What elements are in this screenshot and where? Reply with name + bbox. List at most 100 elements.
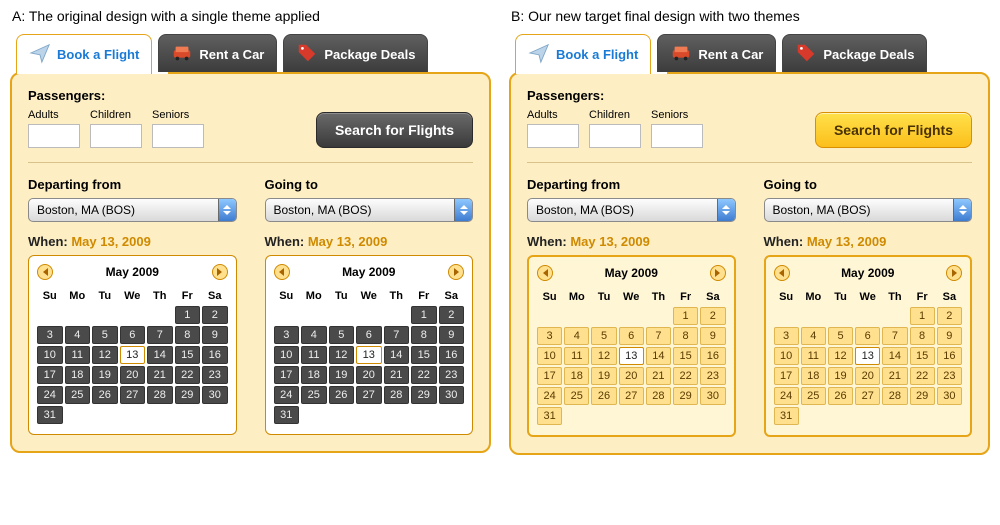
calendar-day[interactable]: 25 [564,387,589,405]
calendar-day[interactable]: 10 [37,346,63,364]
passenger-children-input[interactable] [589,124,641,148]
calendar-day[interactable]: 31 [537,407,562,425]
calendar-day[interactable]: 22 [175,366,201,384]
calendar-next-button[interactable] [946,265,962,281]
calendar-day[interactable]: 21 [147,366,173,384]
calendar-prev-button[interactable] [537,265,553,281]
calendar-day[interactable]: 16 [202,346,228,364]
calendar-day[interactable]: 2 [439,306,465,324]
calendar-day[interactable]: 5 [92,326,118,344]
passenger-adults-input[interactable] [28,124,80,148]
calendar-day[interactable]: 7 [882,327,907,345]
calendar-day[interactable]: 24 [774,387,799,405]
tab-package-deals[interactable]: Package Deals [283,34,428,74]
calendar-prev-button[interactable] [37,264,53,280]
calendar-day[interactable]: 9 [202,326,228,344]
calendar-day[interactable]: 3 [537,327,562,345]
calendar-day[interactable]: 23 [937,367,962,385]
calendar-day[interactable]: 24 [37,386,63,404]
calendar-day[interactable]: 3 [774,327,799,345]
calendar-day[interactable]: 12 [591,347,616,365]
calendar-day[interactable]: 10 [774,347,799,365]
calendar-day[interactable]: 19 [329,366,355,384]
search-flights-button[interactable]: Search for Flights [316,112,473,148]
tab-book-a-flight[interactable]: Book a Flight [515,34,651,74]
calendar-day[interactable]: 5 [591,327,616,345]
calendar-day[interactable]: 5 [329,326,355,344]
calendar-day[interactable]: 20 [356,366,382,384]
calendar-day[interactable]: 29 [673,387,698,405]
calendar-day[interactable]: 1 [411,306,437,324]
calendar-day[interactable]: 6 [356,326,382,344]
calendar-day[interactable]: 18 [801,367,826,385]
calendar-day[interactable]: 13 [619,347,644,365]
calendar-day[interactable]: 4 [301,326,327,344]
calendar-day[interactable]: 11 [801,347,826,365]
calendar-day[interactable]: 17 [774,367,799,385]
calendar-day[interactable]: 22 [910,367,935,385]
calendar-day[interactable]: 14 [646,347,671,365]
calendar-day[interactable]: 11 [564,347,589,365]
calendar-day[interactable]: 19 [828,367,853,385]
calendar-day[interactable]: 21 [384,366,410,384]
calendar-day[interactable]: 11 [301,346,327,364]
calendar-day[interactable]: 27 [356,386,382,404]
calendar-day[interactable]: 28 [384,386,410,404]
calendar-day[interactable]: 21 [882,367,907,385]
calendar-day[interactable]: 18 [564,367,589,385]
calendar-day[interactable]: 16 [937,347,962,365]
calendar-day[interactable]: 15 [175,346,201,364]
calendar-day[interactable]: 28 [646,387,671,405]
calendar-day[interactable]: 20 [855,367,880,385]
tab-rent-a-car[interactable]: Rent a Car [158,34,277,74]
calendar-next-button[interactable] [710,265,726,281]
calendar-day[interactable]: 14 [882,347,907,365]
calendar-day[interactable]: 15 [411,346,437,364]
calendar-day[interactable]: 17 [274,366,300,384]
calendar-day[interactable]: 21 [646,367,671,385]
calendar-day[interactable]: 5 [828,327,853,345]
going-select[interactable]: Boston, MA (BOS) [265,198,474,222]
calendar-day[interactable]: 4 [564,327,589,345]
calendar-day[interactable]: 29 [175,386,201,404]
calendar-day[interactable]: 18 [65,366,91,384]
calendar-day[interactable]: 8 [175,326,201,344]
calendar-day[interactable]: 12 [92,346,118,364]
calendar-day[interactable]: 25 [801,387,826,405]
calendar-day[interactable]: 26 [828,387,853,405]
calendar-day[interactable]: 4 [65,326,91,344]
calendar-day[interactable]: 8 [673,327,698,345]
calendar-day[interactable]: 23 [700,367,725,385]
calendar-day[interactable]: 14 [147,346,173,364]
calendar-day[interactable]: 30 [439,386,465,404]
calendar-prev-button[interactable] [774,265,790,281]
calendar-day[interactable]: 7 [147,326,173,344]
calendar-day[interactable]: 1 [910,307,935,325]
calendar-day[interactable]: 30 [700,387,725,405]
calendar-day[interactable]: 28 [147,386,173,404]
calendar-day[interactable]: 19 [591,367,616,385]
calendar-day[interactable]: 25 [65,386,91,404]
calendar-day[interactable]: 24 [537,387,562,405]
calendar-day[interactable]: 17 [537,367,562,385]
calendar-day[interactable]: 23 [202,366,228,384]
calendar-day[interactable]: 2 [202,306,228,324]
calendar-next-button[interactable] [212,264,228,280]
calendar-day[interactable]: 12 [329,346,355,364]
calendar-day[interactable]: 27 [855,387,880,405]
calendar-day[interactable]: 9 [937,327,962,345]
tab-rent-a-car[interactable]: Rent a Car [657,34,776,74]
calendar-day[interactable]: 22 [673,367,698,385]
calendar-day[interactable]: 23 [439,366,465,384]
calendar-day[interactable]: 27 [619,387,644,405]
calendar-day[interactable]: 2 [937,307,962,325]
calendar-day[interactable]: 16 [700,347,725,365]
calendar-day[interactable]: 4 [801,327,826,345]
calendar-day[interactable]: 30 [202,386,228,404]
depart-select[interactable]: Boston, MA (BOS) [28,198,237,222]
calendar-day[interactable]: 26 [329,386,355,404]
calendar-day[interactable]: 11 [65,346,91,364]
calendar-day[interactable]: 31 [774,407,799,425]
calendar-day[interactable]: 9 [439,326,465,344]
calendar-day[interactable]: 1 [175,306,201,324]
